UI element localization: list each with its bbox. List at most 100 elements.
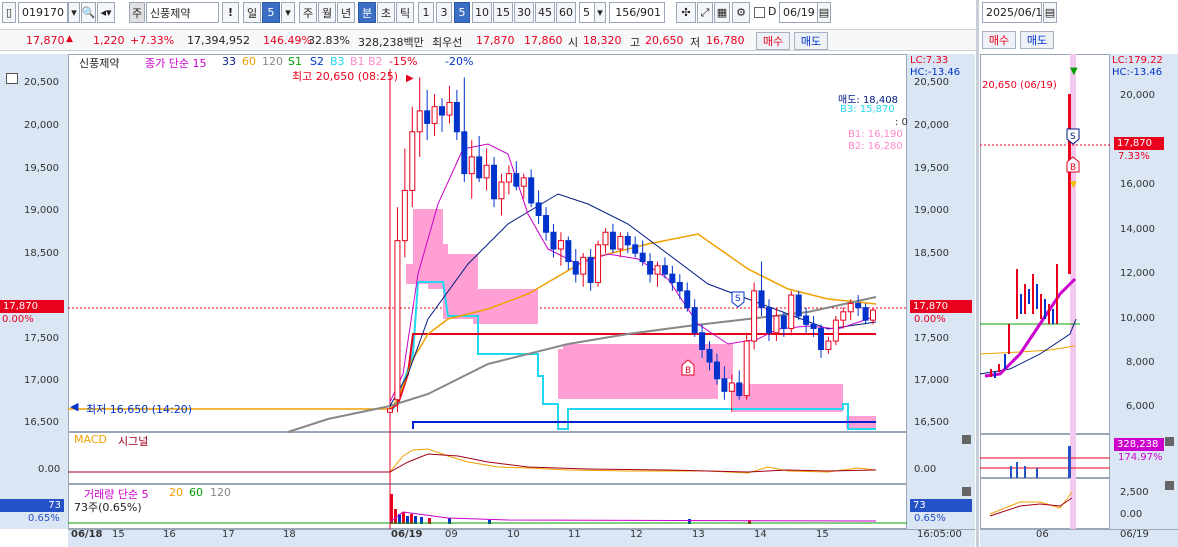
info-b2: B2: 16,280	[848, 141, 903, 152]
draw-tool-icon[interactable]: ⤢	[697, 2, 713, 23]
blue-line	[412, 421, 876, 429]
interval-15[interactable]: 15	[493, 2, 513, 23]
macd-label: MACD	[74, 433, 107, 446]
sell-button[interactable]: 매도	[794, 32, 828, 50]
speaker-icon[interactable]: ◂▾	[97, 2, 115, 23]
volume-ma3: 60	[189, 486, 203, 499]
daily-macd-tick: 0.00	[1120, 509, 1143, 520]
candle-body	[832, 319, 839, 342]
daily-high-note: 20,650 (06/19)	[982, 80, 1057, 91]
right-calendar-icon[interactable]: ▤	[1043, 2, 1057, 23]
period-week-button[interactable]: 주	[299, 2, 317, 23]
grid-tool-icon[interactable]: ▦	[714, 2, 730, 23]
candle-body	[817, 328, 824, 350]
daily-amount-tag: 328,238	[1114, 438, 1164, 451]
candle-body	[855, 302, 862, 309]
daily-ytick: 6,000	[1126, 401, 1155, 412]
volume-bars	[390, 494, 751, 524]
interval-10[interactable]: 10	[472, 2, 492, 23]
xtick: 06/18	[71, 529, 103, 540]
buy-button[interactable]: 매수	[756, 32, 790, 50]
grid-toggle-icon[interactable]	[6, 73, 18, 84]
dropdown-arrow-icon[interactable]: ▾	[68, 2, 80, 23]
d-checkbox[interactable]	[754, 7, 765, 18]
ytick-right: 16,500	[914, 417, 949, 428]
period-month-button[interactable]: 월	[318, 2, 336, 23]
count-dropdown-icon[interactable]: ▾	[594, 2, 606, 23]
right-buy-button[interactable]: 매수	[982, 31, 1016, 49]
interval-5[interactable]: 5	[454, 2, 470, 23]
legend-ma3: 60	[242, 55, 256, 68]
interval-45[interactable]: 45	[535, 2, 555, 23]
candle-body	[870, 309, 876, 321]
ytick-right: 18,500	[914, 248, 949, 259]
close-icon[interactable]	[962, 487, 971, 496]
candle-body	[810, 323, 817, 330]
legend-pct2: -20%	[445, 55, 474, 68]
candle-body	[572, 261, 579, 275]
close-icon[interactable]	[1165, 481, 1174, 490]
bid-price: 17,860	[524, 34, 563, 47]
candle-body	[565, 240, 572, 263]
xtick: 09	[445, 529, 458, 540]
splitter[interactable]	[976, 0, 979, 547]
stock-name-field[interactable]: 신풍제약	[146, 2, 219, 23]
x-time: 16:05:00	[917, 529, 962, 540]
interval-1[interactable]: 1	[418, 2, 434, 23]
close-icon[interactable]	[1165, 437, 1174, 446]
daily-pct-tag: 7.33%	[1118, 151, 1150, 162]
legend-b3: B3	[330, 55, 345, 68]
candle-body	[528, 177, 535, 204]
candle-body	[765, 307, 772, 334]
period-value[interactable]: 5	[262, 2, 280, 23]
candle-body	[409, 131, 416, 191]
gear-icon[interactable]: ⚙	[732, 2, 750, 23]
range-field[interactable]: 156/901	[609, 2, 665, 23]
low-note: 최저 16,650 (14:20)	[86, 403, 193, 416]
svg-text:S: S	[1070, 132, 1076, 142]
close-icon[interactable]	[962, 435, 971, 444]
period-minute-button[interactable]: 분	[358, 2, 376, 23]
period-second-button[interactable]: 초	[377, 2, 395, 23]
warning-button[interactable]: !	[222, 2, 239, 23]
trading-window: ▯ 019170 ▾ 🔍 ◂▾ 주 신풍제약 ! 일 5 ▾ 주 월 년 분 초…	[0, 0, 1178, 547]
xtick: 13	[692, 529, 705, 540]
period-tick-button[interactable]: 틱	[396, 2, 414, 23]
volume-value: 17,394,952	[187, 34, 250, 47]
search-icon[interactable]: 🔍	[81, 2, 96, 23]
candle-body	[446, 101, 453, 116]
pct-tag-left: 0.00%	[2, 314, 34, 325]
candle-body	[609, 231, 616, 250]
calendar-icon[interactable]: ▤	[817, 2, 831, 23]
candle-body	[676, 281, 683, 292]
crosshair-tool-icon[interactable]: ✣	[676, 2, 696, 23]
daily-price-tag: 17,870	[1114, 137, 1164, 150]
stock-code-input[interactable]: 019170	[18, 2, 68, 23]
interval-60[interactable]: 60	[556, 2, 576, 23]
cloud-area	[406, 209, 538, 324]
legend-ma4: 120	[262, 55, 283, 68]
xtick: 18	[283, 529, 296, 540]
right-sell-button[interactable]: 매도	[1020, 31, 1054, 49]
volume-tag-left: 73	[0, 499, 64, 512]
candle-body	[520, 177, 527, 187]
candle-body	[751, 290, 758, 342]
menu-icon[interactable]: ▯	[2, 2, 16, 23]
daily-xtick: 06/19	[1120, 529, 1149, 540]
daily-lc: LC:179.22	[1112, 55, 1163, 66]
period-dropdown-icon[interactable]: ▾	[281, 2, 295, 23]
candle-body	[557, 240, 564, 250]
high-price: 20,650	[645, 34, 684, 47]
interval-3[interactable]: 3	[436, 2, 452, 23]
candle-body	[780, 315, 787, 330]
up-arrow-icon: ▲	[66, 34, 73, 44]
chart-canvas: S B	[68, 69, 907, 529]
candle-body	[580, 256, 587, 275]
period-year-button[interactable]: 년	[337, 2, 355, 23]
interval-30[interactable]: 30	[514, 2, 534, 23]
candle-body	[483, 164, 490, 179]
period-day-button[interactable]: 일	[243, 2, 261, 23]
right-date-input[interactable]: 2025/06/19	[982, 2, 1049, 23]
candle-body	[401, 189, 408, 242]
ytick-left: 18,500	[24, 248, 59, 259]
